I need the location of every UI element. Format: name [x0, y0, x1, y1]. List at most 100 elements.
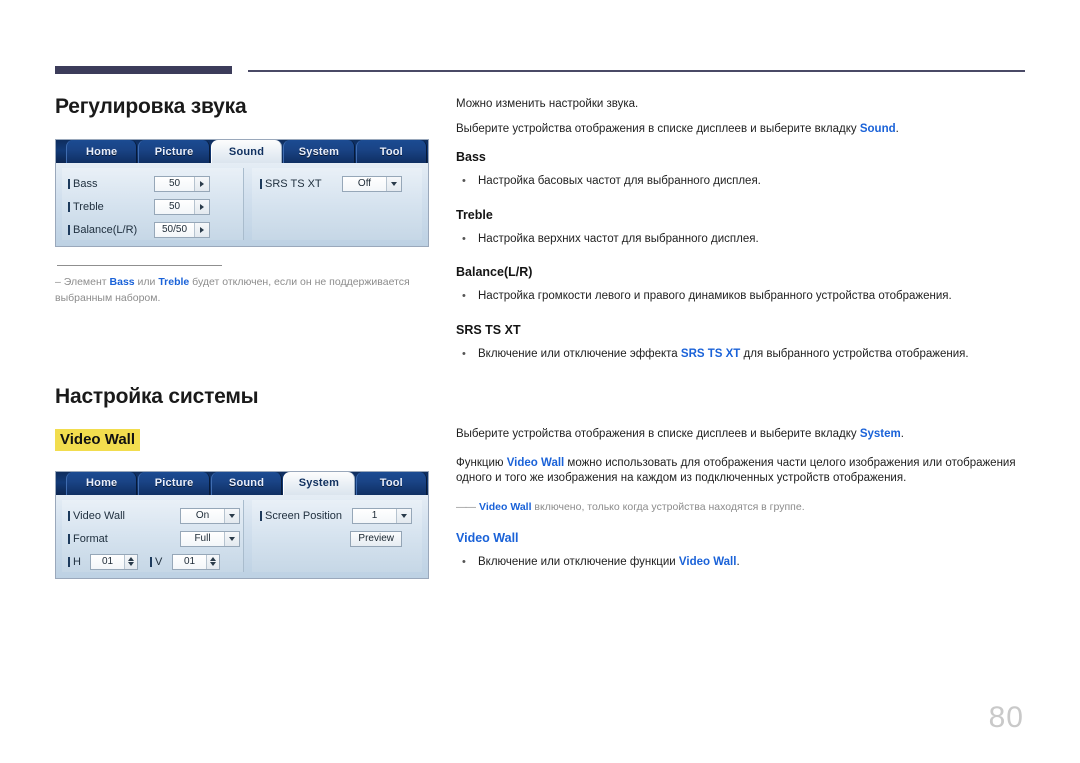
bass-label: Bass [68, 178, 154, 190]
bullet-tick-icon [68, 225, 70, 235]
sound-note: – Элемент Bass или Treble будет отключен… [55, 276, 410, 305]
h-stepper[interactable]: 01 [90, 553, 138, 570]
preview-button[interactable]: Preview [350, 530, 402, 547]
left-column: Регулировка звука Home Picture Sound Sys… [55, 95, 445, 579]
bullet-videowall: • Включение или отключение функции Video… [456, 555, 1026, 571]
tab-tool[interactable]: Tool [355, 140, 428, 163]
system-panel-right-column: Screen Position 1 Preview [252, 499, 422, 572]
preview-row: Preview [260, 529, 422, 549]
tab-home[interactable]: Home [66, 471, 138, 495]
sound-intro-line-2: Выберите устройства отображения в списке… [456, 122, 899, 135]
heading-treble: Treble [456, 207, 493, 222]
videowall-row: Video Wall On [68, 506, 243, 526]
sound-panel-body: Bass 50 Treble 50 Balance(L/R) 50/50 SRS… [56, 163, 428, 246]
bullet-tick-icon [150, 556, 152, 567]
note-bold-treble: Treble [158, 276, 190, 288]
header-accent-bar [55, 66, 232, 74]
page-title-system: Настройка системы [55, 384, 259, 408]
tab-picture[interactable]: Picture [138, 140, 210, 163]
bass-stepper[interactable]: 50 [154, 176, 210, 192]
screen-position-row: Screen Position 1 [260, 506, 422, 526]
bullet-tick-icon [68, 556, 70, 567]
note-dash: – [55, 276, 61, 288]
bullet-srs-ts-xt: • Включение или отключение эффекта SRS T… [456, 347, 1026, 363]
bass-increment-icon[interactable] [194, 177, 209, 191]
bullet-balance: • Настройка громкости левого и правого д… [456, 289, 1026, 305]
system-settings-panel: Home Picture Sound System Tool Video Wal… [55, 470, 429, 579]
videowall-description: Функцию Video Wall можно использовать дл… [456, 456, 1016, 485]
srs-ts-xt-row: SRS TS XT Off [260, 174, 422, 194]
screen-position-dropdown[interactable]: 1 [352, 507, 412, 524]
format-dropdown[interactable]: Full [180, 530, 240, 547]
sound-intro-line-1: Можно изменить настройки звука. [456, 98, 639, 110]
link-videowall: Video Wall [506, 456, 565, 469]
heading-balance: Balance(L/R) [456, 265, 533, 280]
system-panel-body: Video Wall On Format Full H 01 V 01 Scre… [56, 494, 428, 578]
bullet-tick-icon [260, 179, 262, 189]
srs-ts-xt-dropdown[interactable]: Off [342, 176, 402, 192]
system-panel-left-column: Video Wall On Format Full H 01 V 01 [62, 499, 244, 572]
note-bold-bass: Bass [109, 276, 135, 288]
note-dash: ―― [456, 500, 476, 513]
tab-system[interactable]: System [283, 471, 355, 495]
chevron-down-icon[interactable] [386, 177, 401, 191]
system-intro-line: Выберите устройства отображения в списке… [456, 428, 904, 441]
treble-stepper[interactable]: 50 [154, 199, 210, 215]
bullet-marker: • [462, 347, 466, 360]
bullet-bass: • Настройка басовых частот для выбранног… [456, 174, 1026, 190]
balance-increment-icon[interactable] [194, 223, 209, 237]
bullet-tick-icon [68, 510, 70, 521]
h-label: H [68, 556, 90, 568]
tab-system[interactable]: System [283, 140, 355, 163]
h-spinner-icon[interactable] [124, 554, 137, 569]
bullet-marker: • [462, 232, 466, 245]
treble-label: Treble [68, 201, 154, 213]
bullet-marker: • [462, 290, 466, 303]
tab-picture[interactable]: Picture [138, 471, 210, 495]
link-sound-tab: Sound [859, 122, 896, 135]
format-row: Format Full [68, 529, 243, 549]
tab-home[interactable]: Home [66, 140, 138, 163]
balance-label: Balance(L/R) [68, 224, 154, 236]
system-panel-tabbar: Home Picture Sound System Tool [56, 471, 428, 495]
v-stepper[interactable]: 01 [172, 553, 220, 570]
hv-row: H 01 V 01 [68, 552, 243, 572]
sound-settings-panel: Home Picture Sound System Tool Bass 50 T… [55, 139, 429, 247]
link-videowall-function: Video Wall [678, 556, 737, 569]
sound-panel-left-column: Bass 50 Treble 50 Balance(L/R) 50/50 [62, 168, 244, 240]
note-bold-videowall: Video Wall [479, 500, 532, 513]
heading-videowall: Video Wall [456, 531, 519, 546]
sound-panel-right-column: SRS TS XT Off [252, 168, 422, 240]
v-label: V [150, 556, 172, 568]
balance-stepper[interactable]: 50/50 [154, 222, 210, 238]
bullet-marker: • [462, 556, 466, 569]
page-number: 80 [988, 701, 1024, 734]
page-title-sound: Регулировка звука [55, 95, 247, 118]
right-column: Можно изменить настройки звука. Выберите… [456, 97, 1026, 589]
tab-tool[interactable]: Tool [355, 471, 428, 495]
tab-sound[interactable]: Sound [210, 471, 283, 495]
chevron-down-icon[interactable] [224, 531, 239, 546]
treble-increment-icon[interactable] [194, 200, 209, 214]
sound-panel-tabbar: Home Picture Sound System Tool [56, 140, 428, 163]
videowall-inline-note: ―― Video Wall включено, только когда уст… [456, 500, 1026, 516]
heading-srs-ts-xt: SRS TS XT [456, 322, 521, 337]
heading-bass: Bass [456, 150, 486, 165]
chevron-down-icon[interactable] [396, 508, 411, 523]
format-label: Format [68, 533, 180, 545]
bullet-tick-icon [68, 202, 70, 212]
link-srs-ts-xt: SRS TS XT [680, 347, 741, 360]
link-system-tab: System [859, 428, 901, 441]
videowall-dropdown[interactable]: On [180, 507, 240, 524]
balance-row: Balance(L/R) 50/50 [68, 220, 243, 240]
srs-ts-xt-label: SRS TS XT [260, 178, 342, 190]
screen-position-label: Screen Position [260, 510, 352, 522]
header-rule-line [248, 70, 1025, 72]
bullet-tick-icon [260, 510, 262, 521]
chevron-down-icon[interactable] [224, 508, 239, 523]
videowall-label: Video Wall [68, 510, 180, 522]
bullet-tick-icon [68, 533, 70, 544]
tab-sound[interactable]: Sound [210, 140, 283, 163]
v-spinner-icon[interactable] [206, 554, 219, 569]
bullet-treble: • Настройка верхних частот для выбранног… [456, 232, 1026, 248]
